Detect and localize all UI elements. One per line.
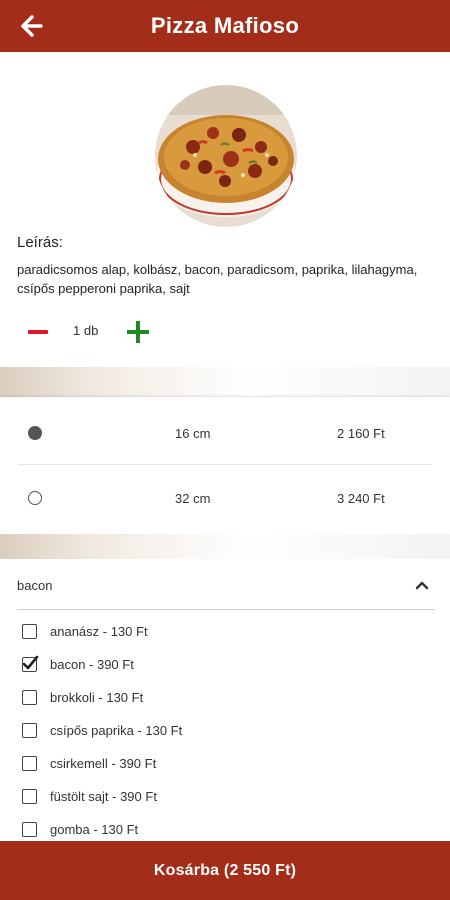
- topping-label: csirkemell - 390 Ft: [50, 756, 157, 771]
- topping-option[interactable]: füstölt sajt - 390 Ft: [22, 783, 432, 816]
- back-button[interactable]: [20, 14, 44, 38]
- radio-selected-icon[interactable]: [28, 426, 42, 440]
- topping-label: gomba - 130 Ft: [50, 822, 139, 837]
- app-header: Pizza Mafioso: [0, 0, 450, 52]
- checkbox[interactable]: [22, 690, 37, 705]
- add-to-cart-button[interactable]: Kosárba (2 550 Ft): [0, 841, 450, 900]
- toppings-dropdown[interactable]: bacon: [17, 572, 435, 610]
- description-title: Leírás:: [17, 234, 63, 251]
- size-option[interactable]: 16 cm 2 160 Ft: [0, 400, 450, 464]
- checkbox[interactable]: [22, 789, 37, 804]
- checkbox[interactable]: [22, 723, 37, 738]
- topping-option[interactable]: gomba - 130 Ft: [22, 816, 432, 841]
- topping-option[interactable]: brokkoli - 130 Ft: [22, 684, 432, 717]
- page-title: Pizza Mafioso: [150, 13, 300, 38]
- checkbox-checked[interactable]: [22, 655, 39, 672]
- size-price: 3 240 Ft: [337, 491, 385, 506]
- checkmark-icon: [22, 655, 39, 670]
- radio-unselected-icon[interactable]: [28, 491, 42, 505]
- quantity-stepper: 1 db: [25, 317, 165, 347]
- topping-option[interactable]: csirkemell - 390 Ft: [22, 750, 432, 783]
- pizza-photo: [155, 85, 297, 227]
- size-selector: 16 cm 2 160 Ft 32 cm 3 240 Ft: [0, 397, 450, 534]
- topping-label: ananász - 130 Ft: [50, 624, 148, 639]
- quantity-value: 1 db: [73, 323, 99, 338]
- minus-icon[interactable]: [25, 321, 51, 343]
- checkbox[interactable]: [22, 756, 37, 771]
- checkbox[interactable]: [22, 822, 37, 837]
- product-detail: Leírás: paradicsomos alap, kolbász, baco…: [0, 52, 450, 841]
- topping-option[interactable]: csípős paprika - 130 Ft: [22, 717, 432, 750]
- size-label: 16 cm: [175, 426, 211, 441]
- topping-option[interactable]: ananász - 130 Ft: [22, 618, 432, 651]
- checkbox[interactable]: [22, 624, 37, 639]
- size-label: 32 cm: [175, 491, 211, 506]
- description-text: paradicsomos alap, kolbász, bacon, parad…: [17, 262, 418, 296]
- topping-label: füstölt sajt - 390 Ft: [50, 789, 157, 804]
- toppings-list: ananász - 130 Ft bacon - 390 Ft brokkoli…: [22, 618, 432, 841]
- topping-option[interactable]: bacon - 390 Ft: [22, 651, 432, 684]
- add-to-cart-label: Kosárba (2 550 Ft): [153, 861, 297, 879]
- background-band: [0, 367, 450, 397]
- topping-label: bacon - 390 Ft: [50, 657, 134, 672]
- size-option[interactable]: 32 cm 3 240 Ft: [0, 465, 450, 529]
- toppings-selected-label: bacon: [17, 578, 53, 593]
- topping-label: brokkoli - 130 Ft: [50, 690, 144, 705]
- background-band: [0, 534, 450, 559]
- chevron-up-icon: [415, 581, 429, 590]
- size-price: 2 160 Ft: [337, 426, 385, 441]
- arrow-left-icon: [21, 15, 43, 37]
- topping-label: csípős paprika - 130 Ft: [50, 723, 183, 738]
- plus-icon[interactable]: [125, 319, 151, 345]
